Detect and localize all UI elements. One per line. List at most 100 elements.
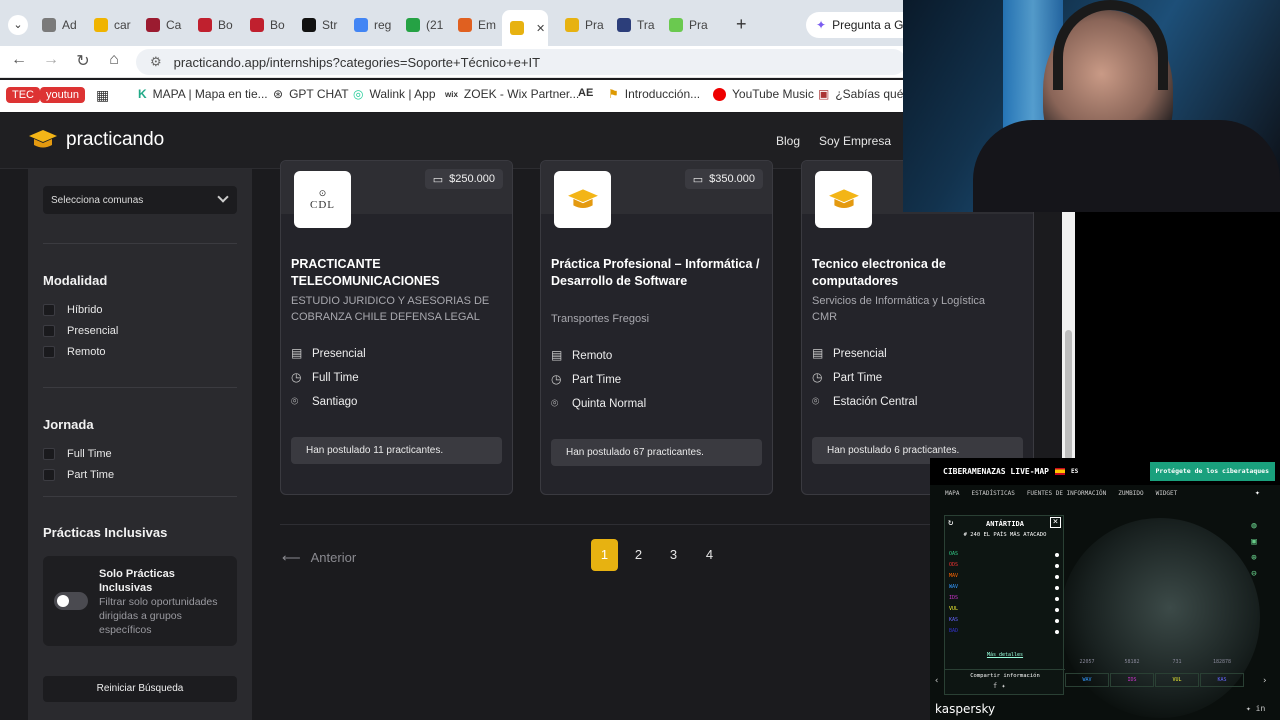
social-icons[interactable]: ✦ in [1246,704,1265,713]
inclusivas-box: Solo Prácticas Inclusivas Filtrar solo o… [43,556,237,646]
bookmark-zoek[interactable]: wix ZOEK - Wix Partner... [445,87,579,101]
legend-row[interactable]: WAV [949,584,1061,594]
checkbox-hibrido[interactable]: Híbrido [43,304,102,316]
bookmark-icon: ▣ [818,87,830,101]
card-title[interactable]: Tecnico electronica de computadores [812,256,1022,290]
menu-widget[interactable]: WIDGET [1156,490,1178,497]
bookmark-youtun[interactable]: youtun [40,87,86,103]
left-arrow-icon[interactable]: ‹ [934,676,939,686]
toggle-dot-icon[interactable] [1055,630,1059,634]
card-title[interactable]: PRACTICANTE TELECOMUNICACIONES [291,256,501,290]
browser-tab[interactable]: car [86,10,131,40]
bookmark-introduccion[interactable]: ⚑ Introducción... [608,87,700,101]
bookmark-youtube-music[interactable]: YouTube Music [713,87,814,101]
page-2-button[interactable]: 2 [625,539,652,571]
bookmark-ae[interactable]: AE [578,87,593,99]
menu-zumbido[interactable]: ZUMBIDO [1118,490,1143,497]
toggle-dot-icon[interactable] [1055,575,1059,579]
url-input[interactable]: ⚙ practicando.app/internships?categories… [136,49,906,75]
page-scrollbar[interactable] [1062,212,1075,462]
browser-tab[interactable]: Bo [242,10,285,40]
bookmark-walink[interactable]: ◎ Walink | App [353,87,436,101]
legend-row[interactable]: KAS [949,617,1061,627]
close-tab-icon[interactable]: ✕ [536,22,545,35]
reload-icon[interactable]: ↻ [72,51,94,71]
site-logo[interactable]: practicando [28,129,164,151]
menu-mapa[interactable]: MAPA [945,490,959,497]
toggle-dot-icon[interactable] [1055,619,1059,623]
protect-button[interactable]: Protégete de los ciberataques [1149,462,1275,481]
legend-row[interactable]: IDS [949,595,1061,605]
site-info-icon[interactable]: ⚙ [150,54,162,70]
browser-tab[interactable]: Ca [138,10,181,40]
nav-blog[interactable]: Blog [776,134,800,148]
checkbox-part-time[interactable]: Part Time [43,469,114,481]
page-3-button[interactable]: 3 [660,539,687,571]
toggle-dot-icon[interactable] [1055,586,1059,590]
menu-fuentes[interactable]: FUENTES DE INFORMACIÓN [1027,490,1106,497]
kaspersky-cybermap-widget[interactable]: CIBERAMENAZAS LIVE-MAP ES Protégete de l… [930,458,1280,720]
stat-cell[interactable]: IDS [1110,673,1154,687]
browser-tab[interactable]: Em [450,10,496,40]
nav-soy-empresa[interactable]: Soy Empresa [819,134,891,148]
bookmark-mapa[interactable]: K MAPA | Mapa en tie... [138,87,268,101]
zoom-controls[interactable]: ◍ ▣ ⊕ ⊖ [1248,518,1260,582]
bookmark-tec[interactable]: TEC [6,87,40,103]
browser-tab[interactable]: Pra [661,10,708,40]
browser-tab[interactable]: Pra [557,10,604,40]
toggle-dot-icon[interactable] [1055,597,1059,601]
reset-search-button[interactable]: Reiniciar Búsqueda [43,676,237,702]
scrollbar-thumb[interactable] [1065,330,1072,460]
forward-icon[interactable]: → [40,51,62,69]
legend-row[interactable]: ODS [949,562,1061,572]
checkbox-box[interactable] [43,469,55,481]
internship-card[interactable]: ▭ $350.000 Práctica Profesional – Informá… [540,160,773,495]
toggle-dot-icon[interactable] [1055,553,1059,557]
applicants-count: Han postulado 11 practicantes. [291,437,502,464]
more-details-link[interactable]: Más detalles [945,652,1065,658]
checkbox-full-time[interactable]: Full Time [43,448,112,460]
browser-tab[interactable]: reg [346,10,391,40]
checkbox-presencial[interactable]: Presencial [43,325,118,337]
page-4-button[interactable]: 4 [696,539,723,571]
back-icon[interactable]: ← [8,51,30,69]
comunas-select[interactable]: Selecciona comunas [43,186,237,214]
bookmark-gpt[interactable]: ⊛ GPT CHAT [273,87,349,101]
browser-tab[interactable]: Str [294,10,337,40]
globe-visualization[interactable] [1060,518,1260,718]
internship-card[interactable]: ▭ $250.000 ⊙ CDL PRACTICANTE TELECOMUNICAC… [280,160,513,495]
browser-tab[interactable]: Tra [609,10,655,40]
checkbox-box[interactable] [43,304,55,316]
card-modality: ▤ Remoto [551,348,613,362]
legend-row[interactable]: MAV [949,573,1061,583]
apps-grid-icon[interactable]: ▦ [96,87,109,104]
new-tab-button[interactable]: + [736,14,747,35]
toggle-dot-icon[interactable] [1055,564,1059,568]
right-arrow-icon[interactable]: › [1262,676,1267,686]
legend-row[interactable]: VUL [949,606,1061,616]
page-1-button[interactable]: 1 [591,539,618,571]
menu-estadisticas[interactable]: ESTADÍSTICAS [971,490,1014,497]
home-icon[interactable]: ⌂ [103,51,125,69]
checkbox-box[interactable] [43,346,55,358]
card-title[interactable]: Práctica Profesional – Informática / Des… [551,256,761,290]
inclusivas-toggle[interactable] [54,592,88,610]
browser-tab-active[interactable]: ✕ [502,10,548,46]
twitter-icon[interactable]: ✦ [1255,488,1260,497]
legend-row[interactable]: OAS [949,551,1061,561]
tab-list-dropdown-icon[interactable]: ⌄ [8,15,28,35]
stat-cell[interactable]: VUL [1155,673,1199,687]
legend-row[interactable]: BAD [949,628,1061,638]
prev-page-button[interactable]: ⟵ Anterior [282,550,356,566]
checkbox-remoto[interactable]: Remoto [43,346,106,358]
spain-flag-icon [1054,468,1065,475]
browser-tab[interactable]: Bo [190,10,233,40]
browser-tab[interactable]: Ad [34,10,77,40]
toggle-dot-icon[interactable] [1055,608,1059,612]
stat-cell[interactable]: WAV [1065,673,1109,687]
share-icons[interactable]: f ✦ [993,682,1006,690]
checkbox-box[interactable] [43,448,55,460]
stat-cell[interactable]: KAS [1200,673,1244,687]
browser-tab[interactable]: (21 [398,10,443,40]
checkbox-box[interactable] [43,325,55,337]
